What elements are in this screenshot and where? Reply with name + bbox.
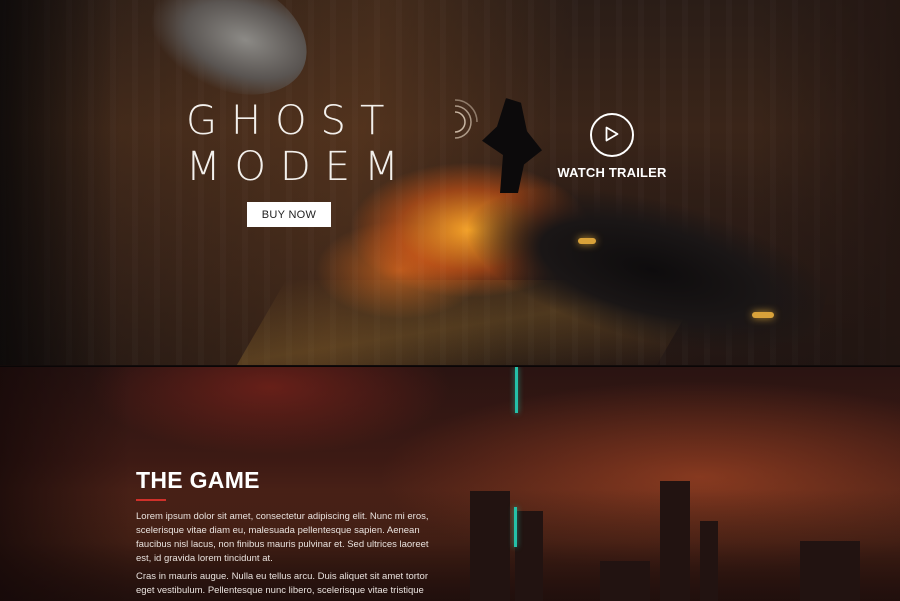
city-tower [600, 561, 650, 601]
game-description-paragraph: Cras in mauris augue. Nulla eu tellus ar… [136, 571, 428, 596]
watch-trailer-link[interactable]: WATCH TRAILER [540, 165, 684, 180]
signal-waves-icon [454, 99, 478, 139]
city-tower [660, 481, 690, 601]
left-shade [0, 367, 130, 601]
game-description-paragraph: Lorem ipsum dolor sit amet, consectetur … [136, 511, 429, 564]
city-tower [515, 511, 543, 601]
hero-building-left [0, 0, 120, 365]
city-tower [800, 541, 860, 601]
play-trailer-button[interactable] [590, 113, 634, 157]
car-taillight [752, 312, 774, 318]
city-skyline-art [0, 461, 900, 601]
logo-line-2: MODEM [186, 144, 413, 190]
city-tower [700, 521, 718, 601]
neon-light [515, 367, 518, 413]
game-section: THE GAME Lorem ipsum dolor sit amet, con… [0, 366, 900, 601]
neon-light [514, 507, 517, 547]
logo-line-1: GHOST [186, 98, 399, 144]
section-title: THE GAME [136, 467, 260, 493]
hero-banner: GHOST MODEM BUY NOW WATCH TRAILER [0, 0, 900, 365]
game-logo: GHOST MODEM [186, 98, 413, 190]
car-headlight [578, 238, 596, 244]
city-tower [470, 491, 510, 601]
buy-now-button[interactable]: BUY NOW [247, 202, 331, 227]
play-icon [605, 126, 619, 142]
title-underline [136, 499, 166, 501]
